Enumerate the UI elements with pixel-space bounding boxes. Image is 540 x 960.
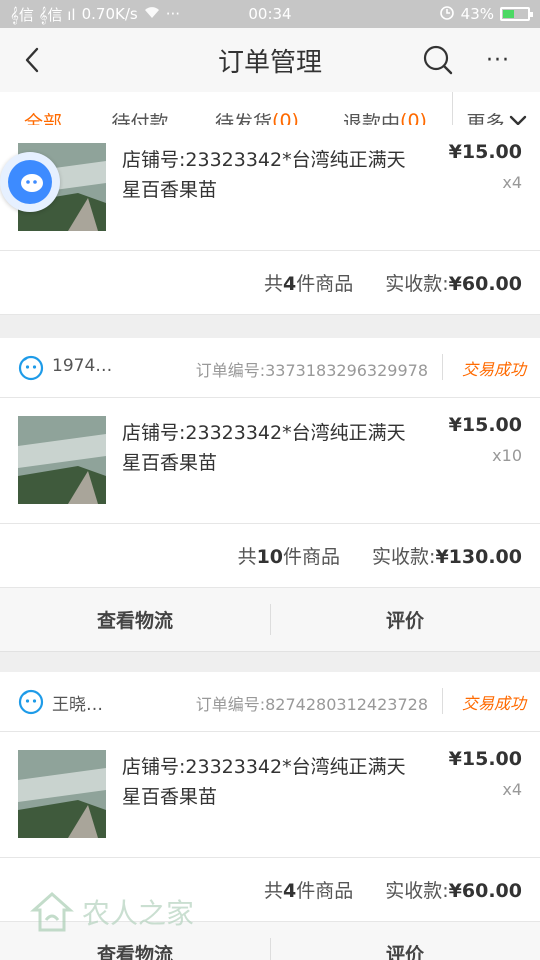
status-badge: 交易成功: [461, 360, 526, 379]
count-prefix: 共: [264, 273, 284, 295]
product-title: 店铺号:23323342*台湾纯正满天星百香果苗: [122, 756, 406, 808]
search-icon[interactable]: [420, 42, 456, 78]
product-quantity: x10: [492, 446, 522, 465]
paid-text: 实收款:¥60.00: [385, 876, 522, 903]
order-number-label: 订单编号:: [195, 695, 266, 714]
shop-name[interactable]: 王晓…: [52, 690, 103, 715]
count-suffix: 件商品: [296, 273, 354, 295]
product-price: ¥15.00: [448, 414, 522, 436]
header-bar: 订单管理 ···: [0, 28, 540, 92]
floating-assistant-icon[interactable]: [0, 152, 60, 212]
count-suffix: 件商品: [283, 546, 341, 568]
more-dots-icon[interactable]: ···: [480, 42, 516, 78]
paid-amount: ¥60.00: [448, 880, 522, 902]
product-price: ¥15.00: [448, 141, 522, 163]
wifi-icon: [144, 5, 160, 23]
status-more: ···: [165, 5, 181, 23]
shop-avatar-icon: [18, 355, 44, 381]
order-item[interactable]: 店铺号:23323342*台湾纯正满天星百香果苗 ¥15.00 x10: [0, 398, 540, 524]
item-count: 4: [283, 273, 297, 295]
paid-text: 实收款:¥130.00: [372, 542, 522, 569]
battery-fill: [503, 10, 514, 18]
paid-label: 实收款:: [372, 546, 436, 568]
product-thumbnail: [18, 416, 106, 504]
paid-label: 实收款:: [385, 273, 449, 295]
item-count-text: 共4件商品: [264, 269, 353, 296]
order-actions: 查看物流 评价: [0, 922, 540, 960]
order-header: 1974… 订单编号:3373183296329978 交易成功: [0, 338, 540, 398]
item-count-text: 共10件商品: [238, 542, 340, 569]
order-item[interactable]: 店铺号:23323342*台湾纯正满天星百香果苗 ¥15.00 x4: [0, 732, 540, 858]
network-speed: 0.70K/s: [81, 5, 138, 23]
product-title: 店铺号:23323342*台湾纯正满天星百香果苗: [122, 422, 406, 474]
order-summary: 共4件商品 实收款:¥60.00: [0, 251, 540, 315]
count-prefix: 共: [264, 880, 284, 902]
battery-percent: 43%: [460, 5, 494, 23]
count-suffix: 件商品: [296, 880, 354, 902]
status-right: 43%: [439, 4, 533, 24]
product-title: 店铺号:23323342*台湾纯正满天星百香果苗: [122, 149, 406, 201]
alarm-icon: [439, 4, 455, 24]
order-card: 王晓… 订单编号:8274280312423728 交易成功 店铺号:23323…: [0, 672, 540, 960]
order-number: 订单编号:3373183296329978: [196, 357, 428, 381]
shop-name[interactable]: 1974…: [52, 356, 112, 376]
paid-label: 实收款:: [385, 880, 449, 902]
shop-avatar-icon: [18, 689, 44, 715]
product-quantity: x4: [502, 173, 522, 192]
order-header: 王晓… 订单编号:8274280312423728 交易成功: [0, 672, 540, 732]
order-card: 1974… 订单编号:3373183296329978 交易成功 店铺号:233…: [0, 338, 540, 652]
item-count: 4: [283, 880, 297, 902]
view-logistics-button[interactable]: 查看物流: [0, 588, 270, 651]
review-button[interactable]: 评价: [270, 922, 540, 960]
item-count-text: 共4件商品: [264, 876, 353, 903]
product-quantity: x4: [502, 780, 522, 799]
page-title: 订单管理: [217, 48, 322, 78]
order-summary: 共4件商品 实收款:¥60.00: [0, 858, 540, 922]
signal-indicator: 𝄞信 𝄞信 ıl: [10, 5, 76, 24]
review-button[interactable]: 评价: [270, 588, 540, 651]
item-count: 10: [256, 546, 284, 568]
order-number: 订单编号:8274280312423728: [196, 691, 428, 715]
product-price: ¥15.00: [448, 748, 522, 770]
divider: [442, 688, 443, 714]
order-number-value: 8274280312423728: [265, 695, 428, 714]
battery-icon: [500, 7, 533, 21]
status-badge: 交易成功: [461, 694, 526, 713]
paid-text: 实收款:¥60.00: [385, 269, 522, 296]
view-logistics-button[interactable]: 查看物流: [0, 922, 270, 960]
product-thumbnail: [18, 750, 106, 838]
order-card: 店铺号:23323342*台湾纯正满天星百香果苗 ¥15.00 x4 共4件商品…: [0, 125, 540, 315]
chevron-left-icon[interactable]: [16, 44, 48, 76]
order-number-label: 订单编号:: [195, 361, 266, 380]
paid-amount: ¥60.00: [448, 273, 522, 295]
paid-amount: ¥130.00: [435, 546, 522, 568]
order-number-value: 3373183296329978: [265, 361, 428, 380]
count-prefix: 共: [237, 546, 257, 568]
order-actions: 查看物流 评价: [0, 588, 540, 652]
status-bar: 𝄞信 𝄞信 ıl 0.70K/s ··· 00:34 43%: [0, 0, 540, 28]
order-summary: 共10件商品 实收款:¥130.00: [0, 524, 540, 588]
status-left: 𝄞信 𝄞信 ıl 0.70K/s ···: [10, 4, 439, 25]
divider: [442, 354, 443, 380]
order-item[interactable]: 店铺号:23323342*台湾纯正满天星百香果苗 ¥15.00 x4: [0, 125, 540, 251]
